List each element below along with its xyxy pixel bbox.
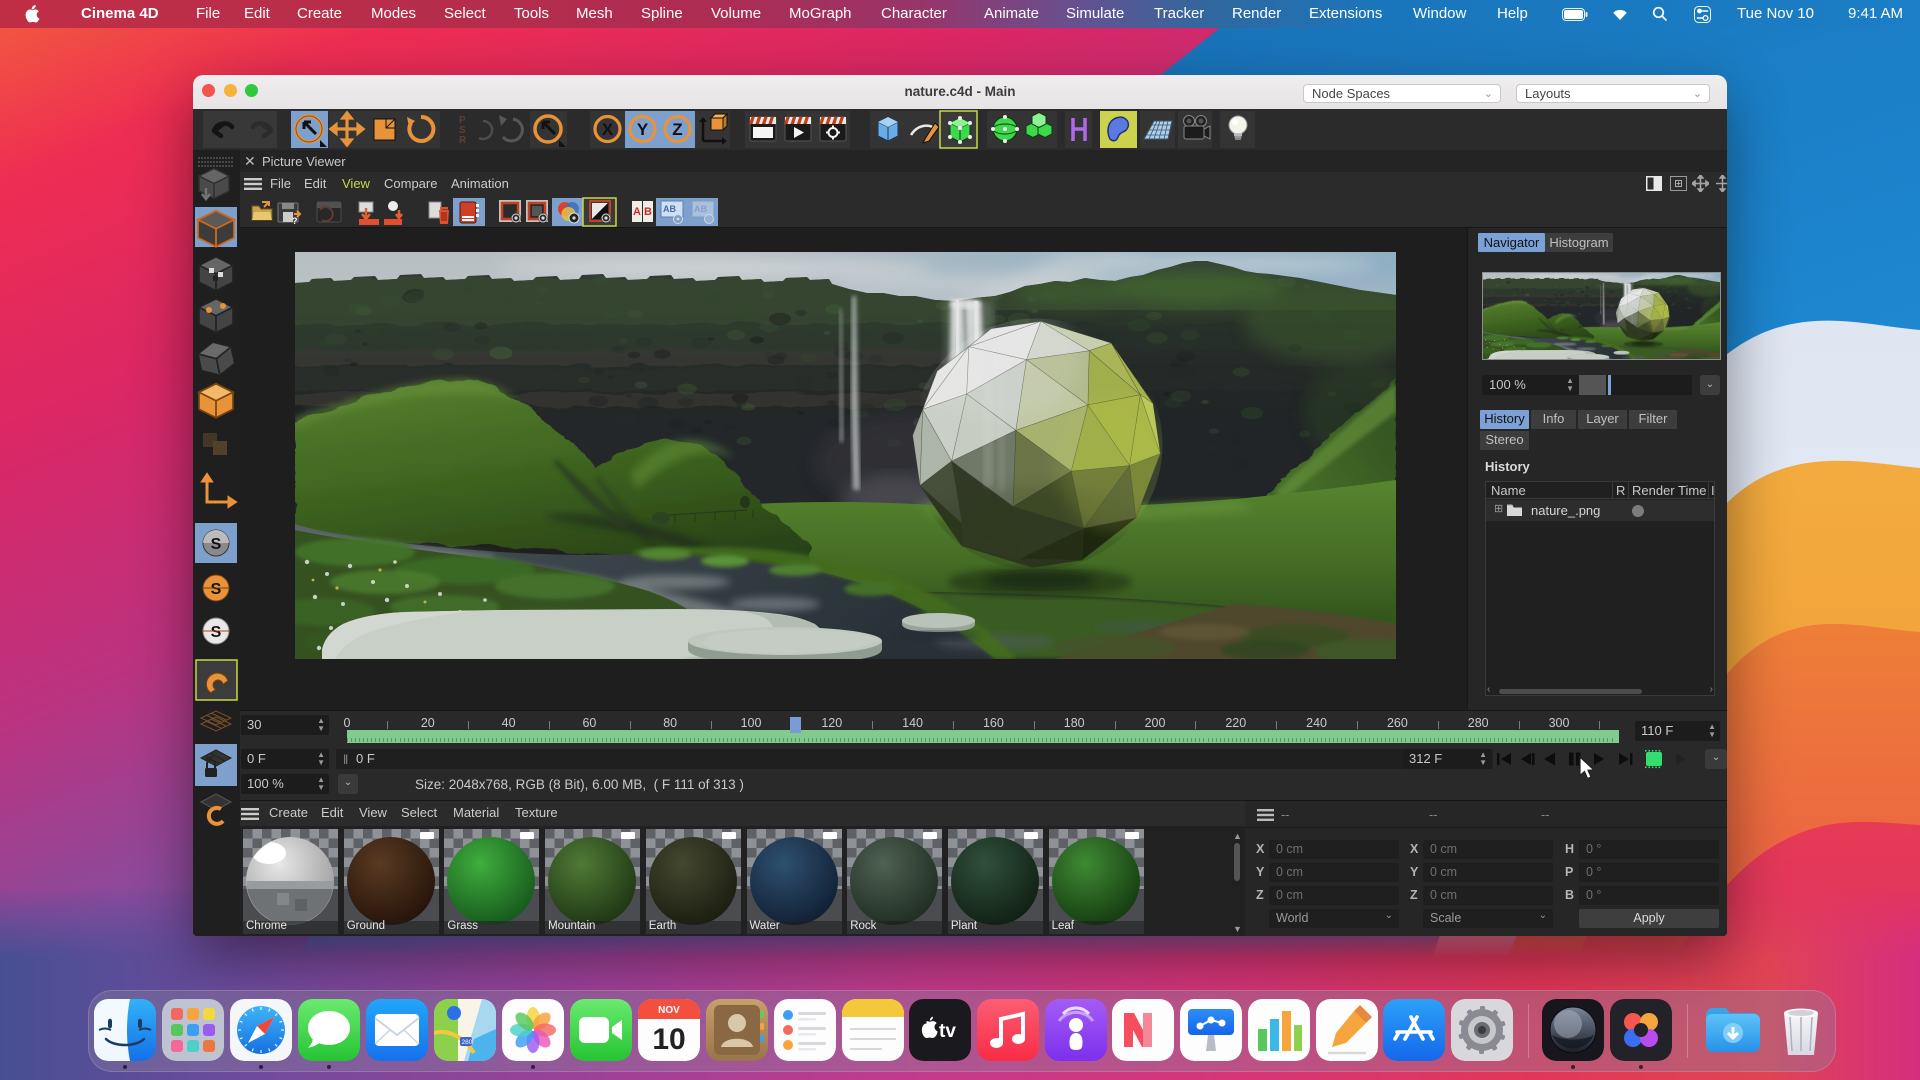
svg-text:S: S [211,581,222,598]
svg-text:AB: AB [663,204,676,214]
svg-text:S: S [211,536,222,553]
svg-text:NOV: NOV [658,1005,680,1016]
svg-text:AB: AB [694,204,707,214]
svg-text:280: 280 [462,1039,473,1046]
svg-text:B: B [644,206,652,218]
svg-text:S: S [211,624,222,641]
svg-text:Y: Y [637,120,649,139]
svg-text:X: X [602,120,614,139]
svg-text:R: R [459,135,467,146]
svg-text:?: ? [292,216,298,226]
svg-text:10: 10 [652,1023,685,1056]
svg-text:tv: tv [939,1021,956,1042]
svg-text:Z: Z [672,120,682,139]
svg-text:A: A [633,206,641,218]
